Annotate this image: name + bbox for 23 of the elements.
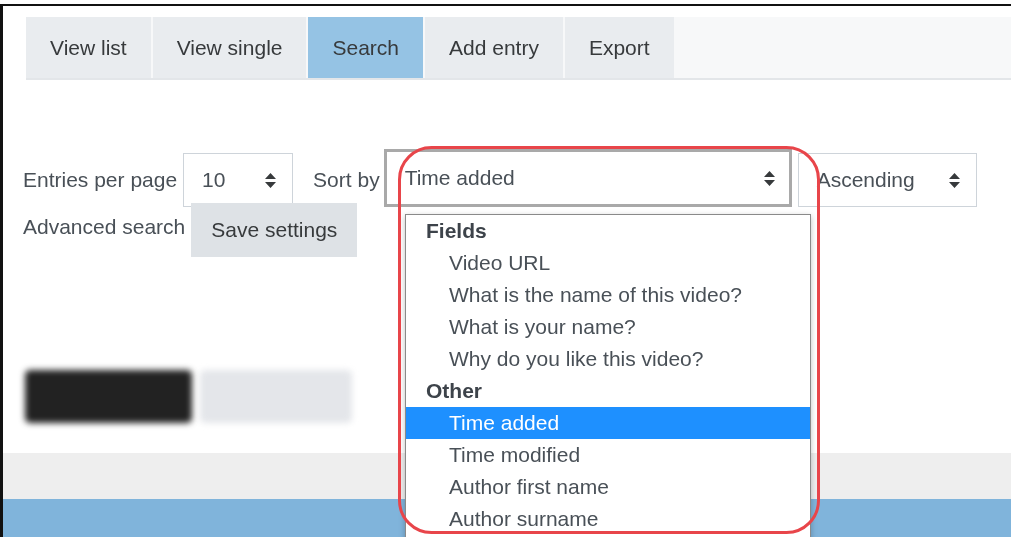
sort-arrows-icon: [265, 172, 277, 188]
tab[interactable]: Export: [564, 17, 674, 78]
dropdown-option[interactable]: Video URL: [406, 247, 810, 279]
field-label: Advanced search: [23, 215, 186, 239]
save-settings-button[interactable]: Save settings: [191, 203, 358, 257]
sort-arrows-icon: [763, 170, 775, 186]
group-heading: Fields: [425, 218, 488, 244]
dropdown-option[interactable]: Why do you like this video?: [406, 343, 810, 375]
tab[interactable]: View list: [26, 17, 151, 78]
tab[interactable]: Search: [308, 17, 424, 78]
field-label: Sort by: [313, 168, 380, 192]
dropdown-option[interactable]: Time modified: [406, 439, 810, 471]
dropdown-option[interactable]: What is your name?: [406, 311, 810, 343]
group-heading: Other: [425, 378, 483, 404]
field-label: Entries per page: [23, 168, 178, 192]
select-field[interactable]: Time added: [383, 149, 792, 207]
select-field[interactable]: 10: [183, 153, 294, 207]
sort-arrows-icon: [948, 172, 960, 188]
tab[interactable]: Add entry: [425, 17, 563, 78]
dropdown-option[interactable]: What is the name of this video?: [406, 279, 810, 311]
dropdown-option[interactable]: Author first name: [406, 471, 810, 503]
tab[interactable]: View single: [152, 17, 307, 78]
select-field[interactable]: Ascending: [797, 153, 977, 207]
